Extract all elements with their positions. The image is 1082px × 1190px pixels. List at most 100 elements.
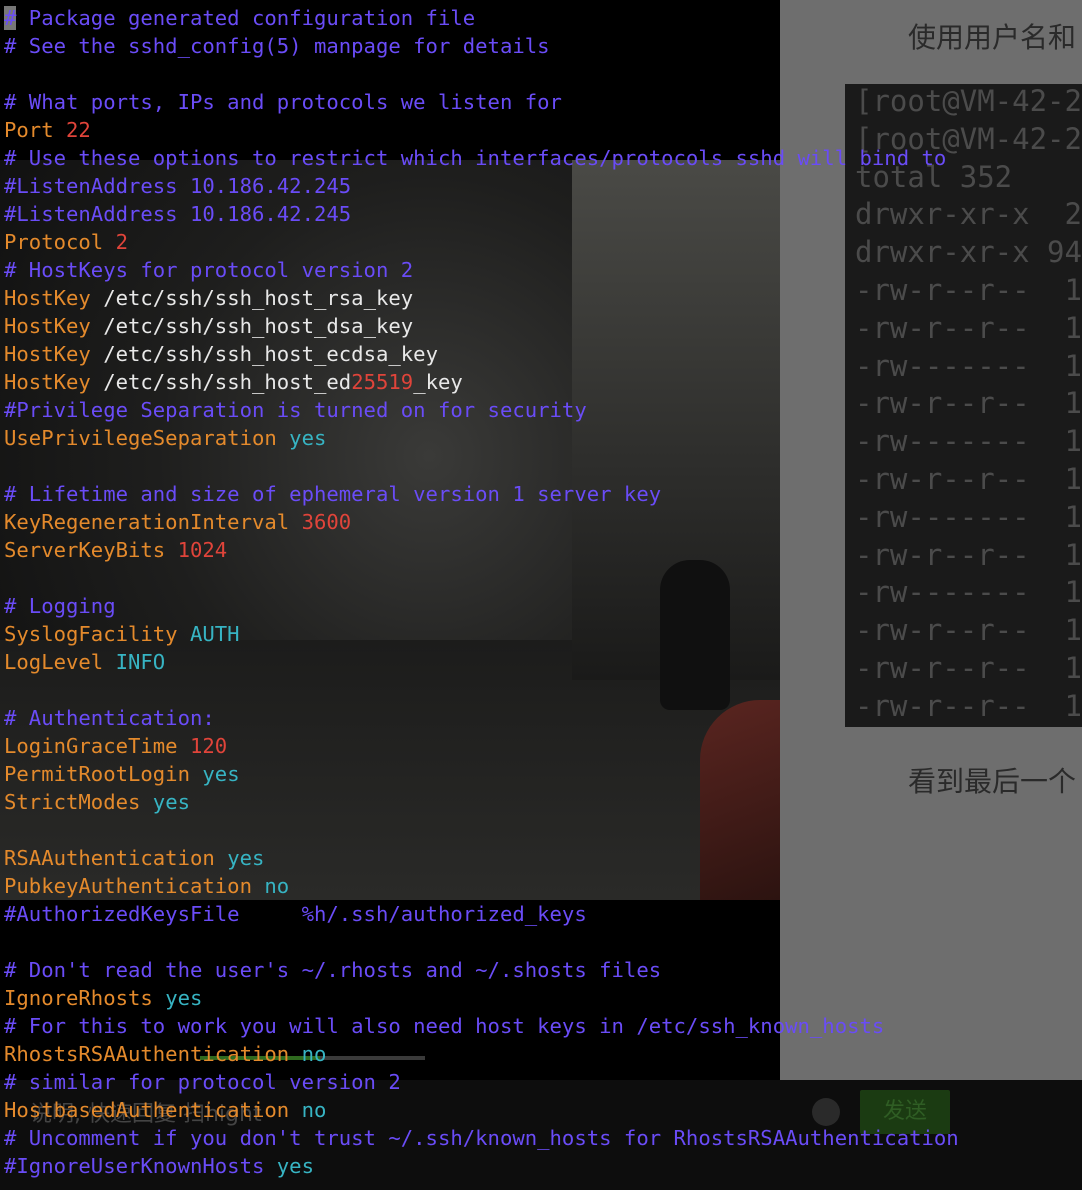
terminal-line: # Authentication: xyxy=(4,704,1082,732)
code-token: 2 xyxy=(115,230,128,254)
terminal-line: #IgnoreUserKnownHosts yes xyxy=(4,1152,1082,1180)
code-token: yes xyxy=(165,986,203,1010)
code-token: #ListenAddress 10.186.42.245 xyxy=(4,202,352,226)
terminal-line: RSAAuthentication yes xyxy=(4,844,1082,872)
code-token: HostbasedAuthentication xyxy=(4,1098,302,1122)
code-token: 22 xyxy=(66,118,91,142)
terminal-line: StrictModes yes xyxy=(4,788,1082,816)
terminal-line: LogLevel INFO xyxy=(4,648,1082,676)
code-token: HostKey xyxy=(4,370,104,394)
code-token: PermitRootLogin xyxy=(4,762,203,786)
code-token: KeyRegenerationInterval xyxy=(4,510,302,534)
terminal-line: #ListenAddress 10.186.42.245 xyxy=(4,200,1082,228)
code-token: #AuthorizedKeysFile %h/.ssh/authorized_k… xyxy=(4,902,587,926)
code-token: # Authentication: xyxy=(4,706,215,730)
code-token: ServerKeyBits xyxy=(4,538,178,562)
terminal-line: #ListenAddress 10.186.42.245 xyxy=(4,172,1082,200)
terminal-line: # What ports, IPs and protocols we liste… xyxy=(4,88,1082,116)
code-token: SyslogFacility xyxy=(4,622,190,646)
terminal-line: Protocol 2 xyxy=(4,228,1082,256)
terminal-line: # Package generated configuration file xyxy=(4,4,1082,32)
code-token: # Uncomment if you don't trust ~/.ssh/kn… xyxy=(4,1126,959,1150)
terminal-line: # similar for protocol version 2 xyxy=(4,1068,1082,1096)
code-token: no xyxy=(301,1098,327,1122)
code-token: yes xyxy=(276,1154,314,1178)
terminal-line: ServerKeyBits 1024 xyxy=(4,536,1082,564)
terminal-line: # Logging xyxy=(4,592,1082,620)
code-token: yes xyxy=(202,762,240,786)
terminal-line: PubkeyAuthentication no xyxy=(4,872,1082,900)
code-token: #Privilege Separation is turned on for s… xyxy=(4,398,587,422)
terminal-line: KeyRegenerationInterval 3600 xyxy=(4,508,1082,536)
code-token: # Lifetime and size of ephemeral version… xyxy=(4,482,662,506)
code-token: LoginGraceTime xyxy=(4,734,190,758)
code-token: no xyxy=(301,1042,327,1066)
code-token: 120 xyxy=(189,734,228,758)
terminal-line: Port 22 xyxy=(4,116,1082,144)
terminal-line: # Lifetime and size of ephemeral version… xyxy=(4,480,1082,508)
terminal-line: #Privilege Separation is turned on for s… xyxy=(4,396,1082,424)
terminal-line: IgnoreRhosts yes xyxy=(4,984,1082,1012)
code-token: AUTH xyxy=(189,622,240,646)
code-token: LogLevel xyxy=(4,650,116,674)
code-token: # Use these options to restrict which in… xyxy=(4,146,947,170)
code-token: yes xyxy=(227,846,265,870)
code-token: _key xyxy=(413,370,463,394)
terminal-line: # For this to work you will also need ho… xyxy=(4,1012,1082,1040)
terminal-line: UsePrivilegeSeparation yes xyxy=(4,424,1082,452)
code-token: PubkeyAuthentication xyxy=(4,874,265,898)
terminal-line: # Don't read the user's ~/.rhosts and ~/… xyxy=(4,956,1082,984)
code-token: INFO xyxy=(115,650,166,674)
terminal-line: # Uncomment if you don't trust ~/.ssh/kn… xyxy=(4,1124,1082,1152)
code-token: #IgnoreUserKnownHosts xyxy=(4,1154,277,1178)
terminal-line: # HostKeys for protocol version 2 xyxy=(4,256,1082,284)
terminal-line: HostKey /etc/ssh/ssh_host_rsa_key xyxy=(4,284,1082,312)
code-token: Port xyxy=(4,118,66,142)
code-token: HostKey xyxy=(4,314,104,338)
code-token: #ListenAddress 10.186.42.245 xyxy=(4,174,352,198)
code-token: RSAAuthentication xyxy=(4,846,228,870)
code-token: StrictModes xyxy=(4,790,153,814)
code-token: /etc/ssh/ssh_host_ed xyxy=(103,370,352,394)
code-token: Package generated configuration file xyxy=(16,6,476,30)
terminal-line: # Use these options to restrict which in… xyxy=(4,144,1082,172)
code-token: # HostKeys for protocol version 2 xyxy=(4,258,414,282)
text-cursor: # xyxy=(4,6,17,30)
terminal-line: HostKey /etc/ssh/ssh_host_dsa_key xyxy=(4,312,1082,340)
code-token: HostKey xyxy=(4,342,104,366)
terminal-line: RhostsRSAAuthentication no xyxy=(4,1040,1082,1068)
code-token: # For this to work you will also need ho… xyxy=(4,1014,885,1038)
code-token: /etc/ssh/ssh_host_rsa_key xyxy=(103,286,414,310)
terminal-line: LoginGraceTime 120 xyxy=(4,732,1082,760)
terminal-editor[interactable]: # Package generated configuration file # … xyxy=(4,4,1082,1180)
code-token: RhostsRSAAuthentication xyxy=(4,1042,302,1066)
code-token: no xyxy=(264,874,290,898)
code-token: /etc/ssh/ssh_host_ecdsa_key xyxy=(103,342,438,366)
terminal-line: HostKey /etc/ssh/ssh_host_ed25519_key xyxy=(4,368,1082,396)
code-token: yes xyxy=(152,790,190,814)
terminal-line: PermitRootLogin yes xyxy=(4,760,1082,788)
code-token: # Logging xyxy=(4,594,116,618)
code-token: 1024 xyxy=(177,538,228,562)
terminal-line: HostKey /etc/ssh/ssh_host_ecdsa_key xyxy=(4,340,1082,368)
code-token: UsePrivilegeSeparation xyxy=(4,426,290,450)
code-token: yes xyxy=(289,426,327,450)
code-token: 25519 xyxy=(351,370,414,394)
terminal-line: #AuthorizedKeysFile %h/.ssh/authorized_k… xyxy=(4,900,1082,928)
code-token: HostKey xyxy=(4,286,104,310)
code-token: # Don't read the user's ~/.rhosts and ~/… xyxy=(4,958,662,982)
code-token: Protocol xyxy=(4,230,116,254)
terminal-line: SyslogFacility AUTH xyxy=(4,620,1082,648)
code-token: /etc/ssh/ssh_host_dsa_key xyxy=(103,314,414,338)
code-token: # similar for protocol version 2 xyxy=(4,1070,401,1094)
code-token: IgnoreRhosts xyxy=(4,986,166,1010)
code-token: 3600 xyxy=(301,510,352,534)
code-token: # What ports, IPs and protocols we liste… xyxy=(4,90,562,114)
terminal-line: # See the sshd_config(5) manpage for det… xyxy=(4,32,1082,60)
